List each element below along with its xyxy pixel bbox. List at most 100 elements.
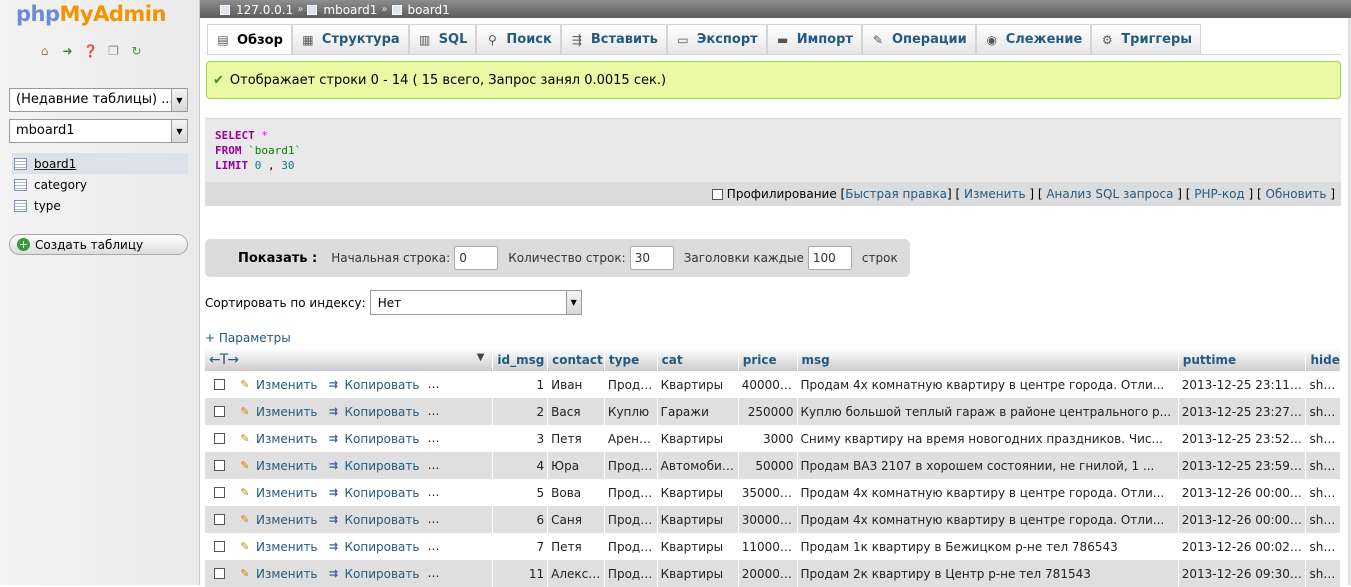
cell-puttime[interactable]: 2013-12-25 23:27:33 bbox=[1178, 398, 1307, 425]
tab-operations[interactable]: ✎ Операции bbox=[861, 24, 976, 54]
cell-hide[interactable]: show bbox=[1305, 398, 1341, 425]
cell-id_msg[interactable]: 4 bbox=[492, 452, 549, 479]
cell-contact[interactable]: Петя bbox=[547, 425, 605, 452]
docs-icon[interactable]: ❐ bbox=[105, 42, 122, 59]
edit-row-button[interactable]: ✎ Изменить bbox=[237, 459, 317, 473]
column-menu-icon[interactable]: ▼ bbox=[477, 352, 485, 363]
edit-row-button[interactable]: ✎ Изменить bbox=[237, 540, 317, 554]
row-checkbox[interactable] bbox=[214, 432, 225, 444]
cell-msg[interactable]: Сниму квартиру на время новогодних празд… bbox=[797, 425, 1179, 452]
cell-price[interactable]: 2000000 bbox=[738, 560, 798, 587]
cell-type[interactable]: Куплю bbox=[604, 398, 658, 425]
copy-row-button[interactable]: ⇉ Копировать bbox=[326, 459, 420, 473]
row-checkbox[interactable] bbox=[214, 513, 225, 525]
cell-type[interactable]: Аренда bbox=[604, 425, 658, 452]
tab-export[interactable]: ▭ Экспорт bbox=[666, 24, 767, 54]
row-checkbox[interactable] bbox=[214, 378, 225, 390]
copy-row-button[interactable]: ⇉ Копировать bbox=[326, 486, 420, 500]
tab-browse[interactable]: ▤ Обзор bbox=[207, 24, 292, 55]
recent-tables-select[interactable]: (Недавние таблицы) ... ▼ bbox=[9, 88, 188, 112]
cell-id_msg[interactable]: 2 bbox=[492, 398, 549, 425]
cell-hide[interactable]: show bbox=[1305, 452, 1341, 479]
row-count-input[interactable]: 30 bbox=[629, 246, 674, 270]
home-icon[interactable]: ⌂ bbox=[36, 42, 53, 59]
quick-edit-link[interactable]: Быстрая правка bbox=[845, 187, 947, 201]
cell-id_msg[interactable]: 1 bbox=[492, 371, 549, 398]
cell-cat[interactable]: Квартиры bbox=[657, 506, 739, 533]
cell-type[interactable]: Продам bbox=[604, 533, 658, 560]
tab-tracking[interactable]: ◉ Слежение bbox=[975, 24, 1092, 54]
cell-price[interactable]: 50000 bbox=[738, 452, 798, 479]
edit-row-button[interactable]: ✎ Изменить bbox=[237, 513, 317, 527]
cell-price[interactable]: 4000000 bbox=[738, 371, 798, 398]
cell-msg[interactable]: Продам 4х комнатную квартиру в центре го… bbox=[797, 506, 1179, 533]
cell-puttime[interactable]: 2013-12-25 23:52:02 bbox=[1178, 425, 1307, 452]
phpmyadmin-logo[interactable]: phpMyAdmin bbox=[16, 2, 166, 26]
cell-hide[interactable]: show bbox=[1305, 479, 1341, 506]
cell-puttime[interactable]: 2013-12-26 09:30:25 bbox=[1178, 560, 1307, 587]
edit-row-button[interactable]: ✎ Изменить bbox=[237, 567, 317, 581]
edit-row-button[interactable]: ✎ Изменить bbox=[237, 378, 317, 392]
column-header-price[interactable]: price bbox=[738, 348, 798, 371]
cell-contact[interactable]: Вова bbox=[547, 479, 605, 506]
tab-structure[interactable]: ▦ Структура bbox=[291, 24, 409, 54]
cell-id_msg[interactable]: 11 bbox=[492, 560, 549, 587]
edit-row-button[interactable]: ✎ Изменить bbox=[237, 405, 317, 419]
column-header-msg[interactable]: msg bbox=[797, 348, 1179, 371]
cell-id_msg[interactable]: 3 bbox=[492, 425, 549, 452]
cell-type[interactable]: Продам bbox=[604, 479, 658, 506]
breadcrumb-database[interactable]: mboard1 bbox=[323, 3, 377, 17]
tab-sql[interactable]: ▥ SQL bbox=[408, 24, 477, 54]
profiling-checkbox[interactable] bbox=[711, 188, 723, 200]
cell-type[interactable]: Продам bbox=[604, 452, 658, 479]
cell-cat[interactable]: Квартиры bbox=[657, 533, 739, 560]
cell-msg[interactable]: Продам 2к квартиру в Центр р-не тел 7815… bbox=[797, 560, 1179, 587]
repeat-headers-input[interactable]: 100 bbox=[807, 246, 852, 270]
cell-puttime[interactable]: 2013-12-26 00:00:32 bbox=[1178, 506, 1307, 533]
column-header-hide[interactable]: hide bbox=[1305, 348, 1341, 371]
row-checkbox[interactable] bbox=[214, 486, 225, 498]
cell-contact[interactable]: Вася bbox=[547, 398, 605, 425]
edit-sql-link[interactable]: Изменить bbox=[964, 187, 1026, 201]
cell-price[interactable]: 250000 bbox=[738, 398, 798, 425]
row-checkbox[interactable] bbox=[214, 459, 225, 471]
cell-contact[interactable]: Юра bbox=[547, 452, 605, 479]
copy-row-button[interactable]: ⇉ Копировать bbox=[326, 513, 420, 527]
table-item-board1[interactable]: board1 bbox=[12, 153, 188, 174]
cell-contact[interactable]: Петя bbox=[547, 533, 605, 560]
cell-hide[interactable]: show bbox=[1305, 506, 1341, 533]
refresh-link[interactable]: Обновить bbox=[1266, 187, 1327, 201]
cell-msg[interactable]: Продам 4х комнатную квартиру в центре го… bbox=[797, 479, 1179, 506]
copy-row-button[interactable]: ⇉ Копировать bbox=[326, 567, 420, 581]
copy-row-button[interactable]: ⇉ Копировать bbox=[326, 540, 420, 554]
cell-contact[interactable]: Иван bbox=[547, 371, 605, 398]
cell-msg[interactable]: Продам 4х комнатную квартиру в центре го… bbox=[797, 371, 1179, 398]
cell-hide[interactable]: show bbox=[1305, 560, 1341, 587]
cell-puttime[interactable]: 2013-12-25 23:59:41 bbox=[1178, 452, 1307, 479]
cell-cat[interactable]: Квартиры bbox=[657, 479, 739, 506]
cell-cat[interactable]: Гаражи bbox=[657, 398, 739, 425]
table-item-type[interactable]: type bbox=[12, 195, 188, 216]
column-header-type[interactable]: type bbox=[604, 348, 658, 371]
cell-puttime[interactable]: 2013-12-25 23:11:07 bbox=[1178, 371, 1307, 398]
copy-row-button[interactable]: ⇉ Копировать bbox=[326, 405, 420, 419]
edit-row-button[interactable]: ✎ Изменить bbox=[237, 486, 317, 500]
create-table-button[interactable]: + Создать таблицу bbox=[9, 234, 188, 255]
show-button[interactable]: Показать : bbox=[238, 251, 317, 266]
row-checkbox[interactable] bbox=[214, 567, 225, 579]
tab-insert[interactable]: ⇶ Вставить bbox=[560, 24, 667, 54]
cell-type[interactable]: Продам bbox=[604, 560, 658, 587]
cell-id_msg[interactable]: 6 bbox=[492, 506, 549, 533]
breadcrumb-table[interactable]: board1 bbox=[408, 3, 450, 17]
row-checkbox[interactable] bbox=[214, 405, 225, 417]
cell-hide[interactable]: show bbox=[1305, 425, 1341, 452]
database-select[interactable]: mboard1 ▼ bbox=[9, 119, 188, 143]
explain-sql-link[interactable]: Анализ SQL запроса bbox=[1046, 187, 1173, 201]
cell-msg[interactable]: Продам ВАЗ 2107 в хорошем состоянии, не … bbox=[797, 452, 1179, 479]
cell-hide[interactable]: show bbox=[1305, 371, 1341, 398]
cell-price[interactable]: 3500000 bbox=[738, 479, 798, 506]
tab-triggers[interactable]: ⚙ Триггеры bbox=[1091, 24, 1202, 54]
cell-price[interactable]: 3000000 bbox=[738, 506, 798, 533]
column-header-id_msg[interactable]: id_msg bbox=[492, 348, 549, 371]
sort-index-select[interactable]: Нет ▼ bbox=[369, 290, 582, 315]
